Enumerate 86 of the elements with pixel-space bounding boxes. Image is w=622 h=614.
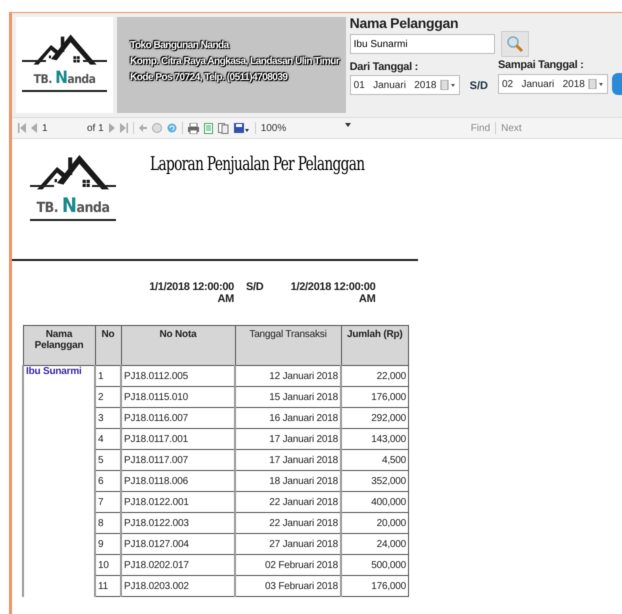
table-cell: PJ18.0115.010	[121, 386, 235, 408]
table-cell: 17 Januari 2018	[235, 428, 341, 450]
company-info-text: Toko Bangunan Nanda	[129, 39, 230, 52]
table-cell: 6	[95, 470, 121, 492]
table-cell: 10	[95, 554, 121, 576]
column-header: Nama Pelanggan	[23, 326, 95, 366]
field-label: Nama Pelanggan	[350, 15, 460, 31]
table-cell: 8	[95, 512, 121, 534]
table-cell: 17 Januari 2018	[235, 450, 341, 470]
table-cell: 03 Februari 2018	[235, 576, 341, 596]
table-cell: 143,000	[341, 428, 408, 450]
table-cell: PJ18.0117.001	[121, 428, 235, 450]
date-picker[interactable]: 01 Januari 2018	[350, 75, 460, 95]
page-layout-icon[interactable]	[204, 122, 213, 134]
column-header: Tanggal Transaksi	[235, 326, 341, 366]
logo-text: TB. Nanda	[34, 68, 96, 88]
table-cell: PJ18.0118.006	[121, 470, 235, 492]
table-cell: PJ18.0203.002	[121, 576, 235, 596]
table-cell: 02 Februari 2018	[235, 554, 341, 576]
back-arrow-icon[interactable]	[138, 124, 147, 132]
dropdown-caret-icon	[344, 122, 351, 126]
table-cell: 176,000	[341, 576, 408, 596]
table-cell: 27 Januari 2018	[235, 534, 341, 554]
page-setup-icon[interactable]	[218, 122, 229, 134]
page-number-field[interactable]: 1	[42, 122, 82, 134]
table-cell: 400,000	[341, 492, 408, 512]
calendar-dropdown-icon	[588, 79, 604, 89]
table-cell: 352,000	[341, 470, 408, 492]
table-cell: 16 Januari 2018	[235, 408, 341, 428]
zoom-dropdown[interactable]: 100%	[260, 122, 351, 134]
refresh-button[interactable]	[612, 73, 622, 95]
calendar-dropdown-icon	[440, 80, 456, 90]
table-cell: 5	[95, 450, 121, 470]
table-cell: 3	[95, 408, 121, 428]
table-cell: 22 Januari 2018	[235, 512, 341, 534]
range-separator: S/D	[246, 281, 264, 295]
table-cell: 11	[95, 576, 121, 596]
column-header: No Nota	[121, 326, 235, 366]
stop-icon[interactable]	[152, 123, 162, 133]
print-icon[interactable]	[188, 122, 199, 134]
customer-name-cell: Ibu Sunarmi	[23, 366, 95, 596]
table-cell: 176,000	[341, 386, 408, 408]
date-range-end: 1/2/2018 12:00:00 AM	[290, 281, 376, 305]
table-cell: 2	[95, 386, 121, 408]
table-cell: 500,000	[341, 554, 408, 576]
date-picker[interactable]: 02 Januari 2018	[498, 74, 608, 94]
field-label: Dari Tanggal :	[350, 61, 419, 73]
table-cell: PJ18.0122.003	[121, 512, 235, 534]
table-cell: PJ18.0112.005	[121, 366, 235, 386]
report-title: Laporan Penjualan Per Pelanggan	[150, 153, 364, 177]
table-cell: 24,000	[341, 534, 408, 554]
column-header: No	[95, 326, 121, 366]
table-cell: 20,000	[341, 512, 408, 534]
search-icon	[506, 35, 524, 53]
previous-page-icon[interactable]	[31, 123, 37, 133]
customer-name-field[interactable]: Ibu Sunarmi	[350, 34, 495, 54]
first-page-icon[interactable]	[18, 123, 26, 133]
search-button[interactable]	[500, 31, 529, 57]
date-range-start: 1/1/2018 12:00:00 AM	[148, 281, 234, 305]
table-cell: 22 Januari 2018	[235, 492, 341, 512]
table-cell: 7	[95, 492, 121, 512]
table-cell: 292,000	[341, 408, 408, 428]
table-cell: 4,500	[341, 450, 408, 470]
refresh-icon[interactable]	[166, 123, 177, 133]
next-page-icon[interactable]	[108, 123, 115, 133]
table-cell: PJ18.0122.001	[121, 492, 235, 512]
company-info-text: Kode Pos 70724, Telp. (0511)4708039	[129, 71, 288, 84]
last-page-icon[interactable]	[120, 123, 128, 133]
table-cell: PJ18.0127.004	[121, 534, 235, 554]
table-cell: PJ18.0117.007	[121, 450, 235, 470]
table-cell: 12 Januari 2018	[235, 366, 341, 386]
table-cell: 15 Januari 2018	[235, 386, 341, 408]
column-header: Jumlah (Rp)	[341, 326, 408, 366]
field-label: Sampai Tanggal :	[498, 59, 584, 71]
range-separator: S/D	[470, 80, 488, 92]
table-cell: PJ18.0202.017	[121, 554, 235, 576]
table-cell: 4	[95, 428, 121, 450]
export-icon[interactable]	[234, 122, 250, 134]
logo-text: TB. Nanda	[36, 193, 110, 217]
table-cell: 9	[95, 534, 121, 554]
company-info-text: Komp. Citra Raya Angkasa, Landasan Ulin Timur	[129, 55, 340, 68]
table-cell: 22,000	[341, 366, 408, 386]
page-count: of 1	[87, 122, 104, 134]
table-cell: 18 Januari 2018	[235, 470, 341, 492]
table-cell: 1	[95, 366, 121, 386]
table-cell: PJ18.0116.007	[121, 408, 235, 428]
